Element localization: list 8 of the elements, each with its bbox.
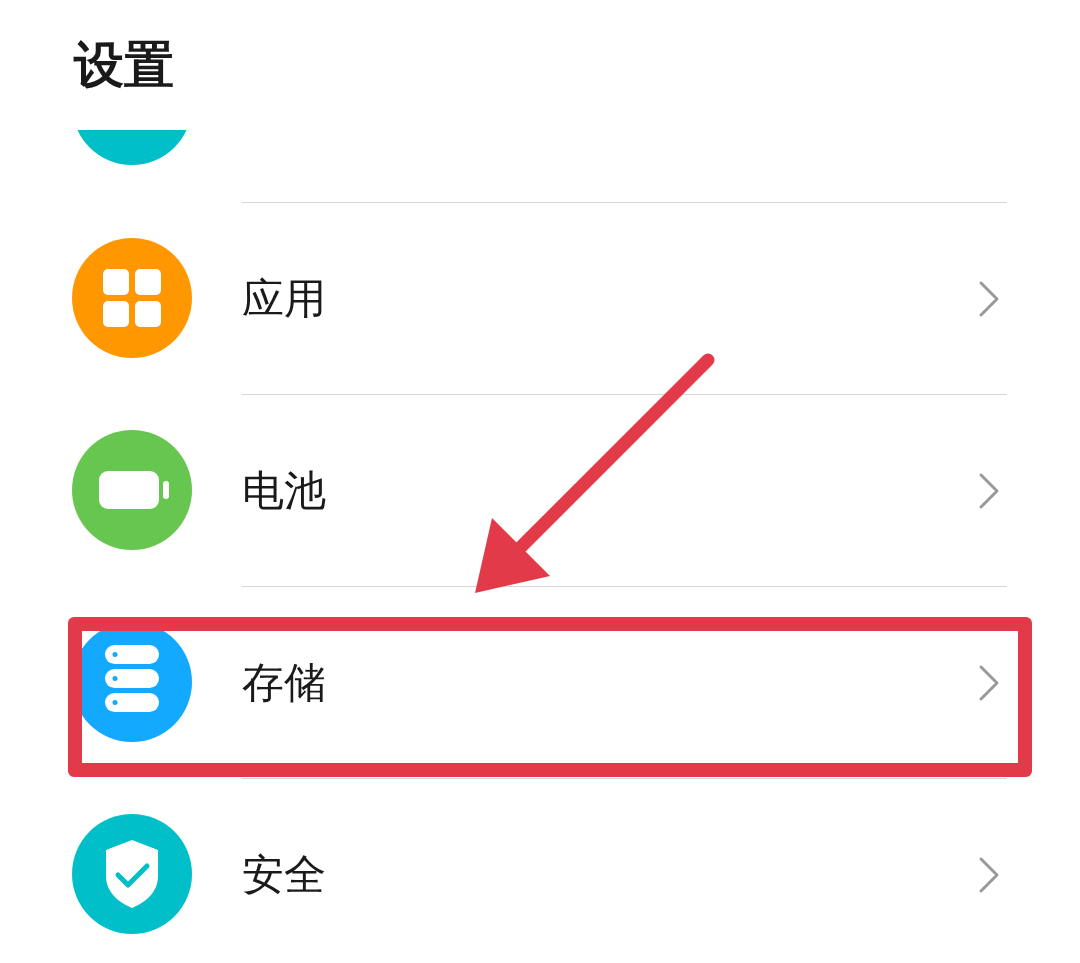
settings-item[interactable]: 安全	[0, 778, 1080, 963]
settings-item[interactable]: 存储	[0, 586, 1080, 778]
item-label: 应用	[242, 272, 326, 325]
item-label: 存储	[242, 656, 326, 709]
item-label: 电池	[242, 464, 326, 517]
item-label: 安全	[242, 848, 326, 901]
page-title: 设置	[74, 38, 174, 93]
settings-item[interactable]: 应用	[0, 202, 1080, 394]
